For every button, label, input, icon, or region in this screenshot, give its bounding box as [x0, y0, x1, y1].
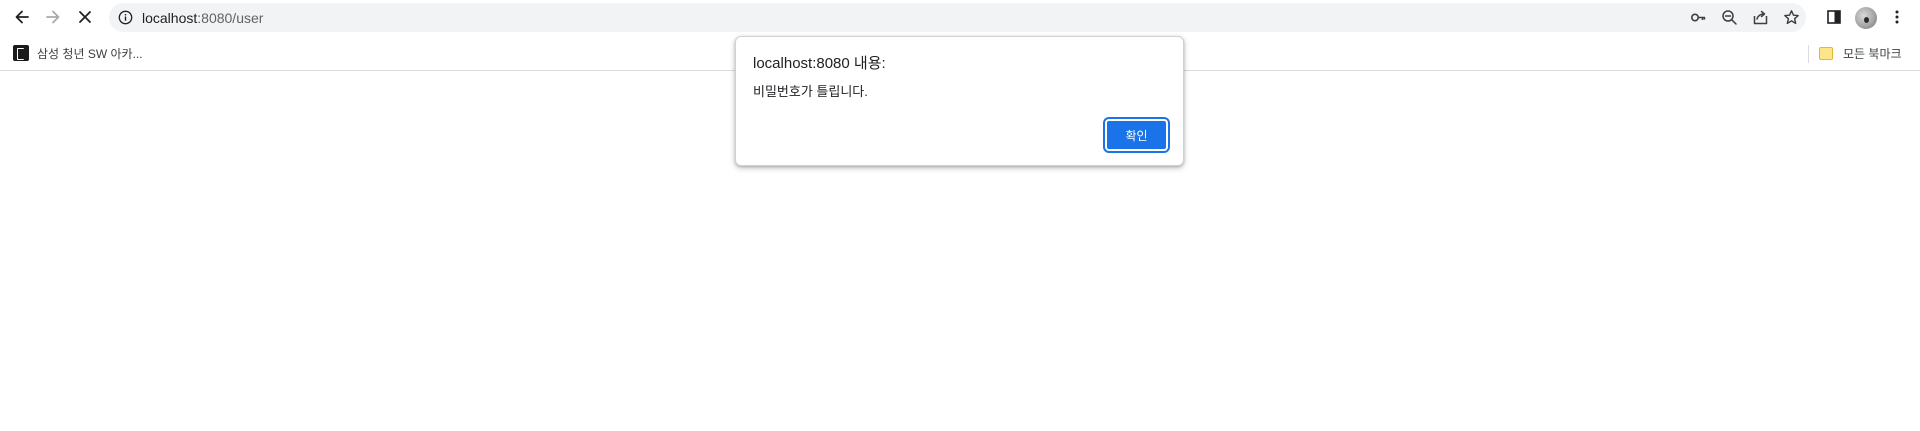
ok-button[interactable]: 확인 [1103, 117, 1170, 153]
profile-avatar[interactable] [1855, 7, 1877, 29]
all-bookmarks-button[interactable]: 모든 북마크 [1819, 43, 1902, 63]
side-panel-button[interactable] [1820, 3, 1848, 31]
site-favicon-icon [13, 45, 29, 61]
dialog-message: 비밀번호가 틀립니다. [753, 84, 868, 99]
more-vert-icon [1895, 10, 1899, 24]
close-icon [79, 11, 91, 23]
bookmark-label: 삼성 청년 SW 아카... [37, 46, 143, 61]
url-path: :8080/user [197, 10, 264, 26]
address-bar[interactable]: localhost:8080/user [109, 3, 1806, 32]
info-icon[interactable] [118, 10, 133, 25]
bookmark-item[interactable]: 삼성 청년 SW 아카... [13, 43, 143, 63]
browser-toolbar: localhost:8080/user [0, 0, 1920, 35]
all-bookmarks-label: 모든 북마크 [1843, 46, 1902, 61]
star-icon[interactable] [1783, 9, 1800, 26]
forward-button[interactable] [39, 3, 67, 31]
menu-button[interactable] [1883, 3, 1911, 31]
url-host: localhost [142, 10, 198, 26]
folder-icon [1819, 46, 1833, 60]
url-text[interactable]: localhost:8080/user [142, 10, 263, 26]
key-icon[interactable] [1690, 9, 1707, 26]
back-button[interactable] [8, 3, 36, 31]
alert-dialog: localhost:8080 내용: 비밀번호가 틀립니다. 확인 [735, 36, 1184, 166]
dialog-title: localhost:8080 내용: [753, 55, 886, 72]
arrow-right-icon [46, 10, 60, 24]
zoom-out-icon[interactable] [1721, 9, 1738, 26]
bookmarks-divider [1808, 45, 1809, 63]
stop-loading-button[interactable] [71, 3, 99, 31]
arrow-left-icon [15, 10, 29, 24]
share-icon[interactable] [1752, 9, 1769, 26]
side-panel-icon [1827, 10, 1841, 24]
